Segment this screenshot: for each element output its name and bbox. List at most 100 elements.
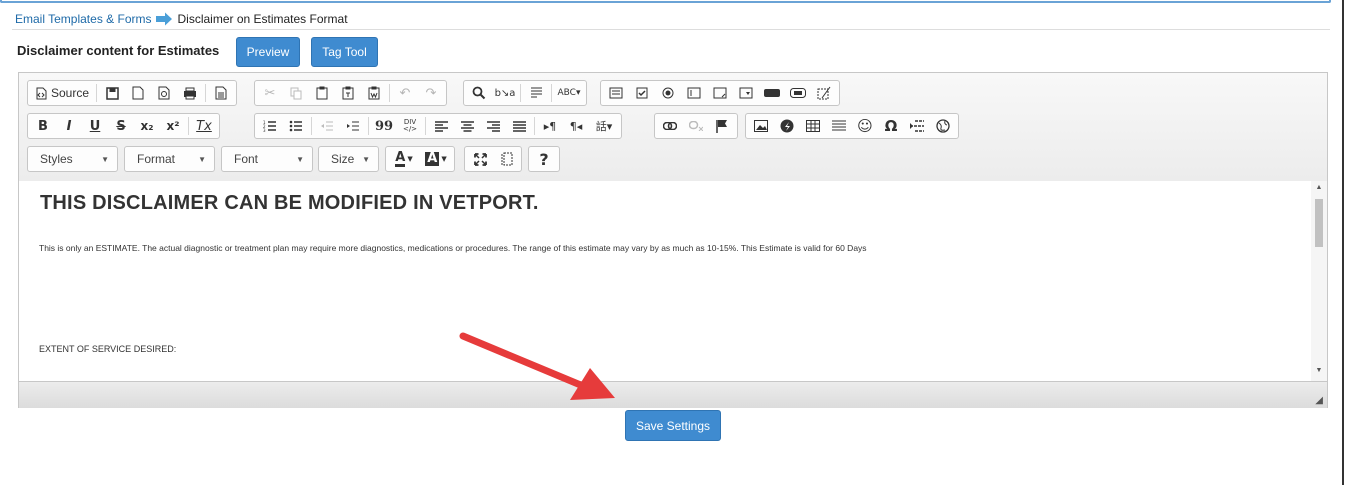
form-icon[interactable] — [603, 82, 629, 104]
resize-handle-icon[interactable]: ◢ — [1315, 395, 1323, 406]
source-icon — [36, 87, 47, 99]
image-icon[interactable] — [748, 115, 774, 137]
copy-icon[interactable] — [283, 82, 309, 104]
preview-icon[interactable] — [151, 82, 177, 104]
toolbar-group-clipboard: ✂ ↶ ↷ — [254, 80, 447, 106]
link-icon[interactable] — [657, 115, 683, 137]
button-field-icon[interactable] — [759, 82, 785, 104]
scroll-down-arrow-icon[interactable]: ▼ — [1311, 367, 1327, 374]
table-icon[interactable] — [800, 115, 826, 137]
chevron-down-icon: ▼ — [407, 155, 413, 163]
undo-icon[interactable]: ↶ — [392, 82, 418, 104]
remove-format-icon[interactable]: Tx — [191, 115, 217, 137]
text-direction-ltr-icon[interactable]: ▸¶ — [537, 115, 563, 137]
font-dropdown-label: Font — [234, 152, 259, 166]
checkbox-icon[interactable] — [629, 82, 655, 104]
indent-icon[interactable] — [340, 115, 366, 137]
chevron-down-icon: ▼ — [362, 154, 370, 164]
save-icon[interactable] — [99, 82, 125, 104]
image-button-icon[interactable] — [785, 82, 811, 104]
bulleted-list-icon[interactable] — [283, 115, 309, 137]
superscript-icon[interactable]: x² — [160, 115, 186, 137]
print-icon[interactable] — [177, 82, 203, 104]
background-color-button[interactable]: A ▼ — [420, 148, 452, 170]
breadcrumb-link-email-templates[interactable]: Email Templates & Forms — [15, 12, 151, 26]
spellcheck-icon[interactable]: ABC▾ — [554, 82, 584, 104]
size-dropdown-label: Size — [331, 152, 355, 166]
language-icon[interactable]: 話▾ — [589, 115, 619, 137]
source-label: Source — [51, 86, 90, 100]
radio-icon[interactable] — [655, 82, 681, 104]
tag-tool-button[interactable]: Tag Tool — [311, 37, 378, 67]
paste-text-icon[interactable] — [335, 82, 361, 104]
font-dropdown[interactable]: Font ▼ — [221, 146, 313, 172]
outdent-icon[interactable] — [314, 115, 340, 137]
text-direction-rtl-icon[interactable]: ¶◂ — [563, 115, 589, 137]
anchor-flag-icon[interactable] — [709, 115, 735, 137]
page-break-icon[interactable] — [904, 115, 930, 137]
chevron-down-icon: ▼ — [198, 154, 206, 164]
iframe-globe-icon[interactable] — [930, 115, 956, 137]
breadcrumb: Email Templates & Forms Disclaimer on Es… — [15, 12, 348, 26]
cut-icon[interactable]: ✂ — [257, 82, 283, 104]
editor-content-area[interactable]: THIS DISCLAIMER CAN BE MODIFIED IN VETPO… — [19, 181, 1311, 381]
help-button[interactable]: ? — [531, 148, 557, 170]
bold-button[interactable]: B — [30, 115, 56, 137]
editor-scrollbar[interactable]: ▲ ▼ — [1311, 181, 1327, 381]
new-page-icon[interactable] — [125, 82, 151, 104]
show-blocks-icon[interactable] — [493, 148, 519, 170]
toolbar-group-document: Source — [27, 80, 238, 106]
scroll-up-arrow-icon[interactable]: ▲ — [1311, 184, 1327, 191]
flash-icon[interactable] — [774, 115, 800, 137]
align-left-icon[interactable] — [428, 115, 454, 137]
create-div-icon[interactable]: DIV </> — [397, 115, 423, 137]
chevron-down-icon: ▼ — [441, 155, 447, 163]
select-all-icon[interactable] — [523, 82, 549, 104]
preview-button[interactable]: Preview — [236, 37, 300, 67]
disclaimer-title: THIS DISCLAIMER CAN BE MODIFIED IN VETPO… — [40, 192, 539, 214]
templates-icon[interactable] — [208, 82, 234, 104]
special-char-button[interactable]: Ω — [878, 115, 904, 137]
chevron-down-icon: ▼ — [296, 154, 304, 164]
paste-icon[interactable] — [309, 82, 335, 104]
horizontal-rule-icon[interactable] — [826, 115, 852, 137]
italic-button[interactable]: I — [56, 115, 82, 137]
blockquote-button[interactable]: 99 — [371, 115, 397, 137]
align-center-icon[interactable] — [454, 115, 480, 137]
right-edge-line — [1342, 0, 1344, 485]
align-right-icon[interactable] — [480, 115, 506, 137]
toolbar-group-forms — [600, 80, 840, 106]
toolbar-group-editing: b↘a ABC▾ — [463, 80, 587, 106]
text-field-icon[interactable] — [681, 82, 707, 104]
find-icon[interactable] — [466, 82, 492, 104]
textarea-icon[interactable] — [707, 82, 733, 104]
select-field-icon[interactable] — [733, 82, 759, 104]
paste-word-icon[interactable] — [361, 82, 387, 104]
numbered-list-icon[interactable]: 123 — [257, 115, 283, 137]
text-color-button[interactable]: A ▼ — [388, 148, 420, 170]
hidden-field-icon[interactable] — [811, 82, 837, 104]
subscript-icon[interactable]: x₂ — [134, 115, 160, 137]
scrollbar-thumb[interactable] — [1315, 199, 1323, 247]
styles-dropdown[interactable]: Styles ▼ — [27, 146, 118, 172]
editor-status-bar: ◢ — [19, 381, 1327, 408]
smiley-icon[interactable]: ☺ — [852, 115, 878, 137]
source-button[interactable]: Source — [30, 82, 94, 104]
maximize-icon[interactable] — [467, 148, 493, 170]
size-dropdown[interactable]: Size ▼ — [318, 146, 379, 172]
unlink-icon[interactable] — [683, 115, 709, 137]
replace-icon[interactable]: b↘a — [492, 82, 518, 104]
text-color-glyph: A — [395, 149, 406, 167]
svg-text:3: 3 — [263, 128, 266, 132]
toolbar-group-about: ? — [528, 146, 560, 172]
format-dropdown-label: Format — [137, 152, 176, 166]
justify-icon[interactable] — [506, 115, 532, 137]
format-dropdown[interactable]: Format ▼ — [124, 146, 215, 172]
breadcrumb-current: Disclaimer on Estimates Format — [177, 12, 348, 26]
strikethrough-button[interactable]: S — [108, 115, 134, 137]
redo-icon[interactable]: ↷ — [418, 82, 444, 104]
styles-dropdown-label: Styles — [40, 152, 73, 166]
toolbar-group-colors: A ▼ A ▼ — [385, 146, 455, 172]
save-settings-button[interactable]: Save Settings — [625, 410, 721, 441]
underline-button[interactable]: U — [82, 115, 108, 137]
